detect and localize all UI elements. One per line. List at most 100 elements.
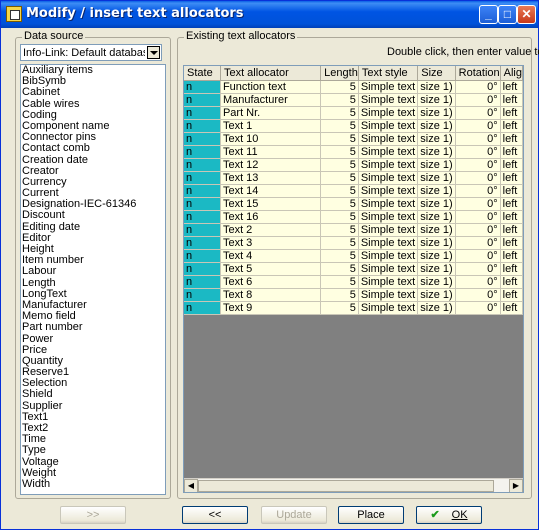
- table-cell[interactable]: Function text: [220, 80, 322, 94]
- table-cell[interactable]: 0°: [455, 106, 501, 120]
- table-cell[interactable]: left: [500, 145, 523, 159]
- table-row[interactable]: n Text 3 5 Simple text size 1) 0° left: [184, 236, 523, 250]
- table-cell[interactable]: n: [184, 236, 221, 250]
- prev-button[interactable]: <<: [182, 506, 248, 524]
- table-cell[interactable]: 5: [320, 223, 359, 237]
- table-cell[interactable]: 0°: [455, 80, 501, 94]
- table-cell[interactable]: 5: [320, 80, 359, 94]
- list-item[interactable]: Contact comb: [21, 143, 165, 154]
- table-cell[interactable]: size 1): [417, 223, 456, 237]
- table-cell[interactable]: n: [184, 197, 221, 211]
- table-cell[interactable]: Simple text: [358, 171, 419, 185]
- table-cell[interactable]: Simple text: [358, 223, 419, 237]
- table-cell[interactable]: size 1): [417, 236, 456, 250]
- table-cell[interactable]: 5: [320, 119, 359, 133]
- table-cell[interactable]: Text 2: [220, 223, 322, 237]
- table-cell[interactable]: size 1): [417, 275, 456, 289]
- table-cell[interactable]: Simple text: [358, 184, 419, 198]
- table-cell[interactable]: size 1): [417, 145, 456, 159]
- table-cell[interactable]: 5: [320, 249, 359, 263]
- table-cell[interactable]: n: [184, 301, 221, 315]
- table-cell[interactable]: 5: [320, 262, 359, 276]
- table-cell[interactable]: size 1): [417, 106, 456, 120]
- table-row[interactable]: n Manufacturer 5 Simple text size 1) 0° left: [184, 93, 523, 107]
- table-cell[interactable]: Simple text: [358, 249, 419, 263]
- table-cell[interactable]: n: [184, 184, 221, 198]
- table-cell[interactable]: 0°: [455, 223, 501, 237]
- table-cell[interactable]: size 1): [417, 262, 456, 276]
- table-cell[interactable]: Text 14: [220, 184, 322, 198]
- table-cell[interactable]: Text 15: [220, 197, 322, 211]
- table-cell[interactable]: size 1): [417, 158, 456, 172]
- table-cell[interactable]: size 1): [417, 210, 456, 224]
- table-cell[interactable]: n: [184, 275, 221, 289]
- table-cell[interactable]: size 1): [417, 249, 456, 263]
- table-cell[interactable]: Simple text: [358, 119, 419, 133]
- table-cell[interactable]: n: [184, 158, 221, 172]
- table-cell[interactable]: left: [500, 93, 523, 107]
- table-row[interactable]: n Text 6 5 Simple text size 1) 0° left: [184, 275, 523, 289]
- list-item[interactable]: Shield: [21, 389, 165, 400]
- table-cell[interactable]: Text 10: [220, 132, 322, 146]
- column-header[interactable]: State: [184, 66, 221, 81]
- table-row[interactable]: n Part Nr. 5 Simple text size 1) 0° left: [184, 106, 523, 120]
- table-cell[interactable]: Simple text: [358, 93, 419, 107]
- column-header[interactable]: Size: [417, 66, 456, 81]
- scroll-left-icon[interactable]: ◀: [184, 479, 198, 492]
- table-cell[interactable]: left: [500, 288, 523, 302]
- table-cell[interactable]: 0°: [455, 236, 501, 250]
- table-cell[interactable]: n: [184, 262, 221, 276]
- data-source-list[interactable]: Auxiliary items BibSymb Cabinet Cable wires…: [20, 64, 166, 495]
- table-cell[interactable]: 5: [320, 210, 359, 224]
- table-cell[interactable]: n: [184, 119, 221, 133]
- table-cell[interactable]: Simple text: [358, 145, 419, 159]
- table-cell[interactable]: Text 5: [220, 262, 322, 276]
- list-item[interactable]: Width: [21, 478, 165, 490]
- table-cell[interactable]: left: [500, 249, 523, 263]
- table-cell[interactable]: left: [500, 301, 523, 315]
- table-row[interactable]: n Text 4 5 Simple text size 1) 0° left: [184, 249, 523, 263]
- table-cell[interactable]: 5: [320, 236, 359, 250]
- table-cell[interactable]: 5: [320, 132, 359, 146]
- horizontal-scrollbar[interactable]: ◀ ▶: [184, 478, 523, 492]
- scroll-thumb[interactable]: [198, 480, 494, 492]
- table-cell[interactable]: 0°: [455, 93, 501, 107]
- table-cell[interactable]: left: [500, 262, 523, 276]
- table-cell[interactable]: 5: [320, 93, 359, 107]
- table-cell[interactable]: n: [184, 171, 221, 185]
- table-row[interactable]: n Text 2 5 Simple text size 1) 0° left: [184, 223, 523, 237]
- table-cell[interactable]: size 1): [417, 93, 456, 107]
- table-cell[interactable]: size 1): [417, 301, 456, 315]
- table-row[interactable]: n Text 13 5 Simple text size 1) 0° left: [184, 171, 523, 185]
- table-cell[interactable]: left: [500, 184, 523, 198]
- column-header[interactable]: Text allocator: [220, 66, 322, 81]
- update-button[interactable]: Update: [261, 506, 327, 524]
- table-cell[interactable]: 5: [320, 301, 359, 315]
- list-item[interactable]: Labour: [21, 266, 165, 277]
- table-cell[interactable]: Text 12: [220, 158, 322, 172]
- title-bar[interactable]: Modify / insert text allocators _ □ ✕: [1, 1, 538, 28]
- chevron-down-icon[interactable]: [147, 46, 160, 59]
- next-button[interactable]: >>: [60, 506, 126, 524]
- table-cell[interactable]: Text 11: [220, 145, 322, 159]
- table-cell[interactable]: left: [500, 210, 523, 224]
- list-item[interactable]: Discount: [21, 210, 165, 221]
- table-cell[interactable]: n: [184, 132, 221, 146]
- maximize-button[interactable]: □: [498, 5, 517, 24]
- table-cell[interactable]: Text 9: [220, 301, 322, 315]
- table-cell[interactable]: Simple text: [358, 236, 419, 250]
- table-cell[interactable]: Simple text: [358, 197, 419, 211]
- table-cell[interactable]: 0°: [455, 262, 501, 276]
- table-cell[interactable]: left: [500, 132, 523, 146]
- table-cell[interactable]: 5: [320, 171, 359, 185]
- table-cell[interactable]: Text 16: [220, 210, 322, 224]
- table-row[interactable]: n Text 8 5 Simple text size 1) 0° left: [184, 288, 523, 302]
- column-header[interactable]: Text style: [358, 66, 419, 81]
- table-cell[interactable]: 5: [320, 145, 359, 159]
- table-row[interactable]: n Text 1 5 Simple text size 1) 0° left: [184, 119, 523, 133]
- table-cell[interactable]: size 1): [417, 197, 456, 211]
- scroll-right-icon[interactable]: ▶: [509, 479, 523, 492]
- table-row[interactable]: n Text 14 5 Simple text size 1) 0° left: [184, 184, 523, 198]
- table-cell[interactable]: Simple text: [358, 275, 419, 289]
- place-button[interactable]: Place: [338, 506, 404, 524]
